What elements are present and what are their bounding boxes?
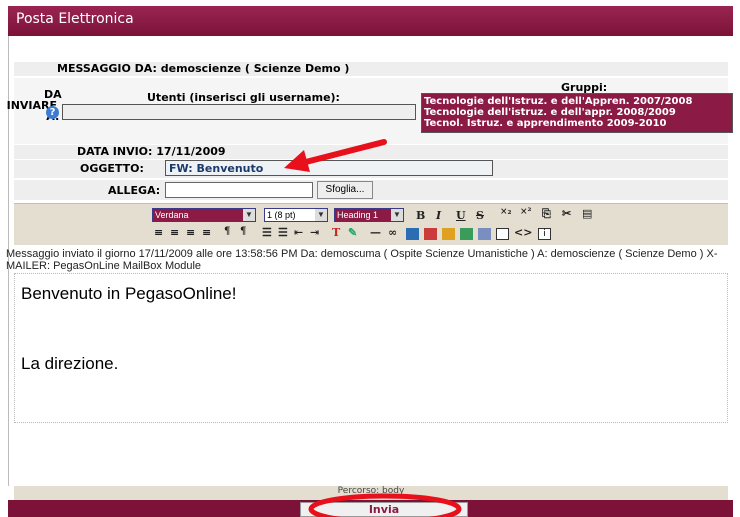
format-select[interactable]: Heading 1 ▼	[334, 208, 404, 222]
rtl-icon[interactable]: ¶	[240, 226, 246, 237]
ordered-list-icon[interactable]: ☰	[262, 226, 272, 239]
users-label: Utenti (inserisci gli username):	[147, 91, 340, 104]
justify-icon[interactable]: ≡	[202, 226, 211, 239]
help-icon[interactable]: ?	[46, 106, 59, 119]
from-row: MESSAGGIO DA: demoscienze ( Scienze Demo…	[14, 62, 728, 76]
groups-listbox[interactable]: Tecnologie dell'Istruz. e dell'Appren. 2…	[421, 93, 733, 133]
underline-button[interactable]: U	[456, 209, 466, 222]
page-title: Posta Elettronica	[16, 11, 134, 27]
attach-label: ALLEGA:	[108, 184, 161, 197]
editor-toolbar: Verdana ▼ 1 (8 pt) ▼ Heading 1 ▼ B I U S ×₂…	[14, 203, 728, 245]
superscript-icon[interactable]: ×²	[520, 207, 531, 217]
align-center-icon[interactable]: ≡	[170, 226, 179, 239]
highlight-icon[interactable]: ✎	[348, 226, 357, 239]
unordered-list-icon[interactable]: ☰	[278, 226, 288, 239]
send-button[interactable]: Invia	[300, 502, 468, 517]
group-option[interactable]: Tecnologie dell'Istruz. e dell'Appren. 2…	[424, 96, 730, 107]
copy-icon[interactable]: ⎘	[542, 207, 551, 221]
group-option[interactable]: Tecnologie dell'istruz. e dell'appr. 200…	[424, 107, 730, 118]
document-icon[interactable]	[478, 228, 491, 240]
date-row: DATA INVIO: 17/11/2009	[14, 145, 728, 159]
strike-button[interactable]: S	[476, 209, 484, 222]
italic-button[interactable]: I	[436, 209, 441, 222]
cut-icon[interactable]: ✂	[562, 207, 571, 220]
outdent-icon[interactable]: ⇤	[294, 226, 303, 239]
from-label: MESSAGGIO DA: demoscienze ( Scienze Demo…	[57, 62, 350, 75]
source-code-icon[interactable]: <>	[514, 226, 532, 239]
image-icon[interactable]	[406, 228, 419, 240]
horizontal-rule-icon[interactable]: —	[370, 226, 381, 239]
link-icon[interactable]: ∞	[388, 226, 397, 239]
table-icon[interactable]	[496, 228, 509, 240]
subject-label: OGGETTO:	[80, 162, 144, 175]
attach-file-input[interactable]	[165, 182, 313, 198]
body-line-1: Benvenuto in PegasoOnline!	[21, 284, 237, 303]
font-select[interactable]: Verdana ▼	[152, 208, 256, 222]
subscript-icon[interactable]: ×₂	[500, 207, 511, 217]
message-editor[interactable]: Benvenuto in PegasoOnline! La direzione.	[14, 273, 728, 423]
ltr-icon[interactable]: ¶	[224, 226, 230, 237]
editor-status-bar: Percorso: body	[14, 486, 728, 500]
group-option[interactable]: Tecnol. Istruz. e apprendimento 2009-201…	[424, 118, 730, 129]
anchor-icon[interactable]	[460, 228, 473, 240]
text-color-icon[interactable]: T	[332, 226, 340, 239]
paste-icon[interactable]: ▤	[582, 207, 592, 220]
users-input[interactable]	[62, 104, 416, 120]
bold-button[interactable]: B	[416, 209, 425, 222]
body-line-2: La direzione.	[21, 354, 119, 373]
align-left-icon[interactable]: ≡	[154, 226, 163, 239]
align-right-icon[interactable]: ≡	[186, 226, 195, 239]
forwarded-header: Messaggio inviato il giorno 17/11/2009 a…	[6, 248, 718, 272]
browse-button[interactable]: Sfoglia...	[317, 181, 373, 199]
font-size-select[interactable]: 1 (8 pt) ▼	[264, 208, 328, 222]
date-label: DATA INVIO: 17/11/2009	[77, 145, 226, 158]
info-icon[interactable]: i	[538, 228, 551, 240]
indent-icon[interactable]: ⇥	[310, 226, 319, 239]
special-char-icon[interactable]	[442, 228, 455, 240]
media-icon[interactable]	[424, 228, 437, 240]
window-title-bar: Posta Elettronica	[8, 6, 733, 36]
subject-input[interactable]: FW: Benvenuto	[165, 160, 493, 176]
